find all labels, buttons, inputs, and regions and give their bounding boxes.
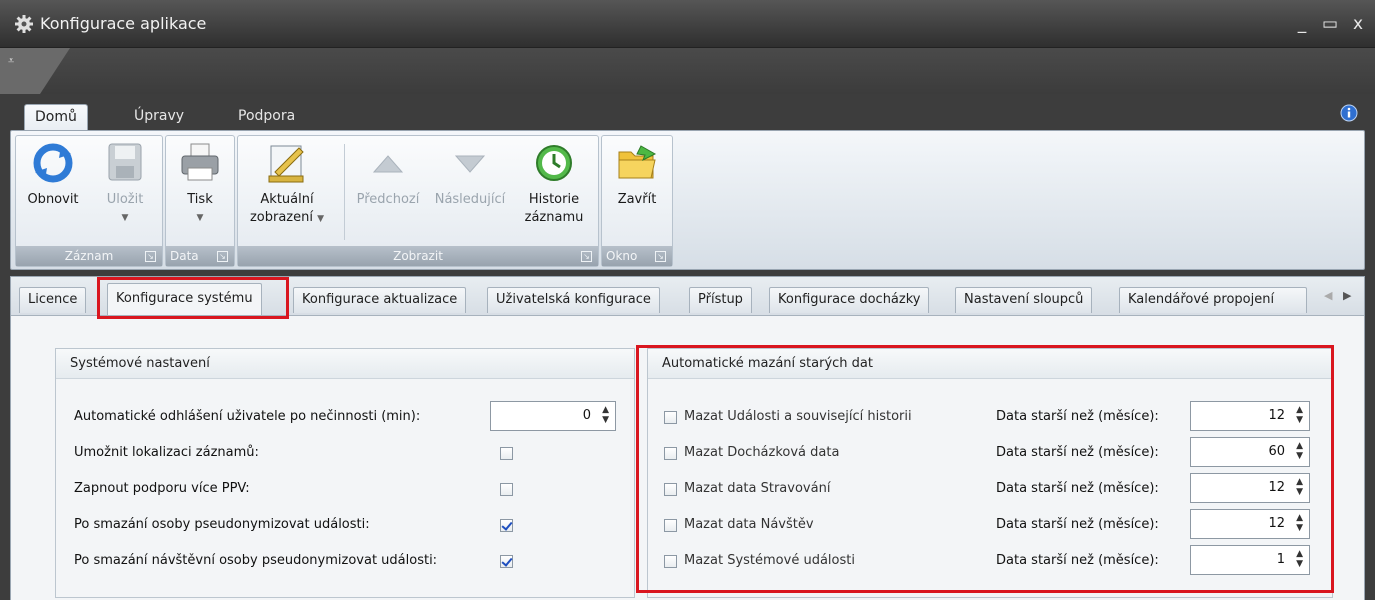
quick-access-menu[interactable]: ⩡ [0,48,70,94]
group-view: Aktuální zobrazení ▼ Předchozí Následují… [237,135,599,267]
group-window: Zavřít Okno ↘ [601,135,673,267]
localization-label: Umožnit lokalizaci záznamů: [74,445,259,460]
ribbon-tab-edit[interactable]: Úpravy [124,104,194,130]
previous-label: Předchozí [356,192,420,207]
group-view-launcher-icon[interactable]: ↘ [581,251,592,262]
print-button[interactable]: Tisk ▼ [168,140,232,248]
printer-icon [181,143,219,181]
current-view-button[interactable]: Aktuální zobrazení ▼ [242,140,332,248]
group-record: Obnovit Uložit ▼ Záznam ↘ [15,135,163,267]
group-view-caption: Zobrazit [238,246,598,266]
multi-ppv-checkbox[interactable] [500,483,513,496]
group-record-caption: Záznam [16,246,162,266]
refresh-icon [33,143,73,183]
pseudonymize-visitor-checkbox[interactable] [500,555,513,568]
highlight-auto-delete-panel [636,345,1334,593]
refresh-button[interactable]: Obnovit [18,140,88,248]
print-label: Tisk [187,192,213,207]
save-label: Uložit [106,192,144,207]
multi-ppv-label: Zapnout podporu více PPV: [74,481,250,496]
localization-checkbox[interactable] [500,447,513,460]
title-bar[interactable]: Konfigurace aplikace _ ▭ x [0,0,1375,48]
separator [344,144,345,240]
tab-licence[interactable]: Licence [19,287,87,313]
next-button[interactable]: Následující [430,140,510,248]
quick-access-toolbar: ⩡ [0,48,1375,94]
info-icon[interactable] [1340,104,1358,122]
highlight-active-tab [97,277,289,319]
gear-icon [15,15,33,33]
arrow-down-icon [454,155,486,173]
ribbon-tab-row: Domů Úpravy Podpora [0,94,1375,130]
spinner-arrows-icon[interactable]: ▲ ▼ [602,405,609,425]
chevron-left-icon[interactable]: ◀ [1324,289,1332,302]
history-button[interactable]: Historie záznamu [514,140,594,248]
system-settings-panel: Systémové nastavení Automatické odhlášen… [55,348,635,598]
group-record-launcher-icon[interactable]: ↘ [145,251,156,262]
tab-update-configuration[interactable]: Konfigurace aktualizace [293,287,467,313]
next-label: Následující [434,192,506,207]
save-icon [108,143,142,181]
arrow-up-icon [372,155,404,173]
pseudonymize-person-label: Po smazání osoby pseudonymizovat událost… [74,517,370,532]
history-label: Historie [528,192,580,207]
auto-logout-value: 0 [582,408,591,423]
history-clock-icon [536,145,572,181]
minimize-button[interactable]: _ [1288,10,1316,38]
close-window-button[interactable]: Zavřít [604,140,670,248]
app-window: Konfigurace aplikace _ ▭ x ⩡ Domů Úpravy… [0,0,1375,600]
svg-text:⩡: ⩡ [8,54,14,67]
tab-attendance-configuration[interactable]: Konfigurace docházky [769,287,930,313]
group-data-launcher-icon[interactable]: ↘ [217,251,228,262]
print-dropdown-arrow[interactable]: ▼ [168,210,232,226]
current-view-label: Aktuální [260,192,314,207]
group-window-launcher-icon[interactable]: ↘ [655,251,666,262]
group-data: Tisk ▼ Data ↘ [165,135,235,267]
close-button[interactable]: x [1344,10,1372,38]
chevron-right-icon[interactable]: ▶ [1343,289,1351,302]
current-view-label-2[interactable]: zobrazení ▼ [242,210,332,227]
save-button[interactable]: Uložit ▼ [92,140,158,248]
tab-user-configuration[interactable]: Uživatelská konfigurace [487,287,660,313]
ribbon: Obnovit Uložit ▼ Záznam ↘ Tisk ▼ Data ↘ … [10,130,1365,270]
ribbon-tab-home[interactable]: Domů [24,104,88,130]
folder-close-icon [618,145,657,179]
pseudonymize-visitor-label: Po smazání návštěvní osoby pseudonymizov… [74,553,438,568]
save-dropdown-arrow[interactable]: ▼ [92,210,158,226]
window-title: Konfigurace aplikace [40,14,207,33]
tab-calendar-link[interactable]: Kalendářové propojení [1119,287,1307,313]
history-label-2: záznamu [524,210,584,225]
refresh-label: Obnovit [27,192,79,207]
tab-scroll-arrows[interactable]: ◀ ▶ [1324,289,1351,302]
edit-view-icon [268,145,304,183]
tab-access[interactable]: Přístup [689,287,752,313]
ribbon-tab-support[interactable]: Podpora [228,104,305,130]
auto-logout-label: Automatické odhlášení uživatele po nečin… [74,409,421,424]
pseudonymize-person-checkbox[interactable] [500,519,513,532]
system-settings-title: Systémové nastavení [56,349,634,379]
previous-button[interactable]: Předchozí [350,140,426,248]
tab-column-settings[interactable]: Nastavení sloupců [955,287,1093,313]
auto-logout-spinner[interactable]: 0 ▲ ▼ [490,401,616,431]
current-view-label-2-text: zobrazení [249,210,313,225]
maximize-button[interactable]: ▭ [1316,10,1344,38]
close-window-label: Zavřít [617,192,657,207]
